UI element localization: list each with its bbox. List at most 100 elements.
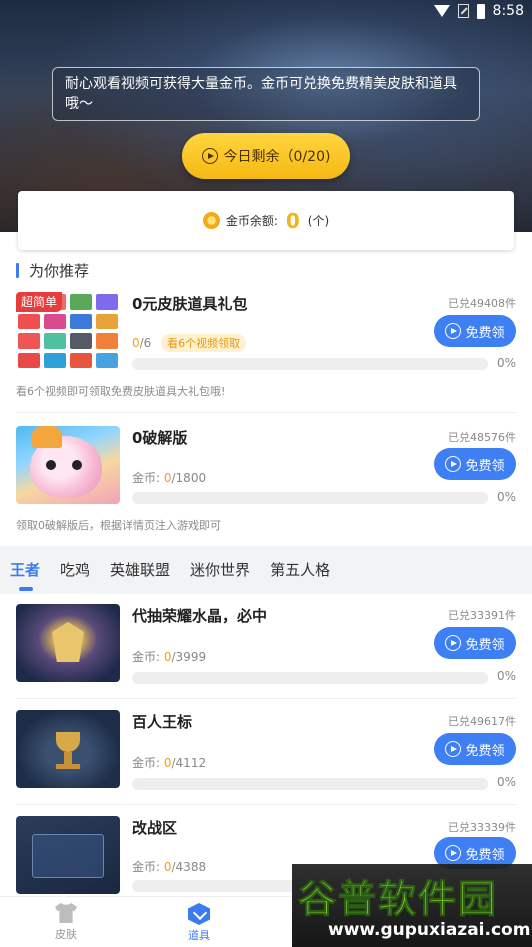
free-claim-label: 免费领 bbox=[465, 743, 505, 759]
nav-skin-label: 皮肤 bbox=[55, 928, 77, 941]
progress-bar bbox=[132, 492, 488, 504]
wifi-icon bbox=[433, 5, 450, 17]
tools-icon bbox=[188, 903, 210, 925]
play-icon bbox=[445, 635, 462, 651]
status-time: 8:58 bbox=[492, 3, 524, 19]
progress-prefix: 金币: bbox=[132, 756, 164, 770]
free-claim-label: 免费领 bbox=[465, 637, 505, 653]
category-tabs: 王者 吃鸡 英雄联盟 迷你世界 第五人格 bbox=[10, 559, 330, 580]
progress-bar bbox=[132, 778, 488, 790]
tab-wangzhe[interactable]: 王者 bbox=[10, 559, 40, 580]
free-claim-button[interactable]: 免费领 bbox=[434, 315, 516, 347]
progress-current: 0 bbox=[163, 756, 172, 770]
progress-total: /6 bbox=[139, 336, 152, 350]
progress-percent: 0% bbox=[496, 356, 516, 370]
progress-prefix: 金币: bbox=[132, 860, 164, 874]
progress-text: 0/6 看6个视频领取 bbox=[132, 334, 247, 352]
gift-pack-thumbnail: 超简单 bbox=[16, 292, 120, 370]
item-title: 0元皮肤道具礼包 bbox=[132, 295, 248, 313]
progress-text: 金币: 0/3999 bbox=[132, 648, 206, 665]
redeemed-count: 已兑49408件 bbox=[448, 297, 516, 310]
nav-skin[interactable]: 皮肤 bbox=[36, 903, 96, 942]
item-thumbnail bbox=[16, 710, 120, 788]
progress-text: 金币: 0/4388 bbox=[132, 858, 206, 875]
coin-icon bbox=[202, 212, 220, 229]
tab-chiji[interactable]: 吃鸡 bbox=[60, 559, 90, 580]
free-claim-button[interactable]: 免费领 bbox=[434, 733, 516, 765]
site-watermark: 谷普软件园 www.gupuxiazai.com bbox=[292, 864, 532, 947]
progress-total: /3999 bbox=[171, 650, 207, 664]
today-remaining-button[interactable]: 今日剩余（0/20) bbox=[182, 133, 350, 179]
hot-badge: 超简单 bbox=[16, 292, 63, 312]
item-thumbnail bbox=[16, 816, 120, 894]
section-title: 为你推荐 bbox=[16, 260, 89, 280]
play-icon bbox=[201, 148, 218, 164]
nav-tools[interactable]: 道具 bbox=[169, 903, 229, 943]
item-title: 改战区 bbox=[132, 819, 178, 837]
tab-identity-v[interactable]: 第五人格 bbox=[270, 559, 330, 580]
hero-notice: 耐心观看视频可获得大量金币。金币可兑换免费精美皮肤和道具哦～ bbox=[52, 67, 480, 121]
game-thumbnail bbox=[16, 426, 120, 504]
watermark-title: 谷普软件园 bbox=[297, 877, 499, 922]
progress-percent: 0% bbox=[496, 490, 516, 504]
item-title: 代抽荣耀水晶，必中 bbox=[132, 607, 268, 625]
progress-total: /4112 bbox=[171, 756, 207, 770]
play-icon bbox=[445, 456, 462, 472]
progress-current: 0 bbox=[163, 650, 172, 664]
nav-tools-label: 道具 bbox=[188, 929, 210, 942]
watch-video-tag: 看6个视频领取 bbox=[161, 334, 247, 352]
watermark-url: www.gupuxiazai.com bbox=[328, 920, 531, 940]
coin-balance-card: 金币余额: 0 (个) bbox=[18, 191, 514, 250]
list-item[interactable]: 百人王标 已兑49617件 免费领 金币: 0/4112 0% bbox=[16, 710, 516, 805]
play-icon bbox=[445, 323, 462, 339]
progress-total: /4388 bbox=[171, 860, 207, 874]
free-claim-button[interactable]: 免费领 bbox=[434, 448, 516, 480]
divider bbox=[16, 412, 516, 413]
progress-prefix: 金币: bbox=[132, 650, 164, 664]
free-claim-button[interactable]: 免费领 bbox=[434, 627, 516, 659]
redeemed-count: 已兑33391件 bbox=[448, 609, 516, 622]
redeemed-count: 已兑33339件 bbox=[448, 821, 516, 834]
no-sim-icon bbox=[457, 4, 469, 18]
shirt-icon bbox=[55, 903, 77, 923]
item-description: 领取0破解版后，根据详情页注入游戏即可 bbox=[16, 519, 221, 532]
redeemed-count: 已兑48576件 bbox=[448, 431, 516, 444]
progress-bar bbox=[132, 358, 488, 370]
free-claim-label: 免费领 bbox=[465, 847, 505, 863]
section-title-text: 为你推荐 bbox=[29, 261, 90, 280]
status-bar: 8:58 bbox=[0, 0, 532, 26]
tab-mini-world[interactable]: 迷你世界 bbox=[190, 559, 250, 580]
tab-lol[interactable]: 英雄联盟 bbox=[110, 559, 170, 580]
balance-unit: (个) bbox=[307, 214, 330, 228]
section-marker bbox=[16, 262, 19, 278]
free-claim-label: 免费领 bbox=[465, 458, 505, 474]
progress-text: 金币: 0/4112 bbox=[132, 754, 206, 771]
list-item[interactable]: 超简单 0元皮肤道具礼包 已兑49408件 免费领 0/6 看6个视频领取 0%… bbox=[16, 292, 516, 413]
play-icon bbox=[445, 845, 462, 861]
balance-label: 金币余额: bbox=[225, 214, 278, 228]
today-remaining-label: 今日剩余（0/20) bbox=[223, 149, 331, 165]
item-title: 百人王标 bbox=[132, 713, 193, 731]
list-item[interactable]: 代抽荣耀水晶，必中 已兑33391件 免费领 金币: 0/3999 0% bbox=[16, 604, 516, 699]
balance-value: 0 bbox=[285, 208, 300, 233]
progress-total: /1800 bbox=[171, 471, 207, 485]
progress-current: 0 bbox=[163, 471, 172, 485]
progress-current: 0 bbox=[163, 860, 172, 874]
free-claim-label: 免费领 bbox=[465, 325, 505, 341]
progress-percent: 0% bbox=[496, 669, 516, 683]
battery-icon bbox=[476, 3, 485, 19]
divider bbox=[16, 698, 516, 699]
item-thumbnail bbox=[16, 604, 120, 682]
progress-text: 金币: 0/1800 bbox=[132, 469, 206, 486]
redeemed-count: 已兑49617件 bbox=[448, 715, 516, 728]
item-title: 0破解版 bbox=[132, 429, 188, 447]
play-icon bbox=[445, 741, 462, 757]
item-description: 看6个视频即可领取免费皮肤道具大礼包哦! bbox=[16, 385, 226, 398]
divider bbox=[16, 804, 516, 805]
progress-percent: 0% bbox=[496, 775, 516, 789]
progress-prefix: 金币: bbox=[132, 471, 164, 485]
active-tab-indicator bbox=[19, 587, 33, 591]
list-item[interactable]: 0破解版 已兑48576件 免费领 金币: 0/1800 0% 领取0破解版后，… bbox=[16, 426, 516, 536]
progress-bar bbox=[132, 672, 488, 684]
progress-current: 0 bbox=[132, 336, 140, 350]
